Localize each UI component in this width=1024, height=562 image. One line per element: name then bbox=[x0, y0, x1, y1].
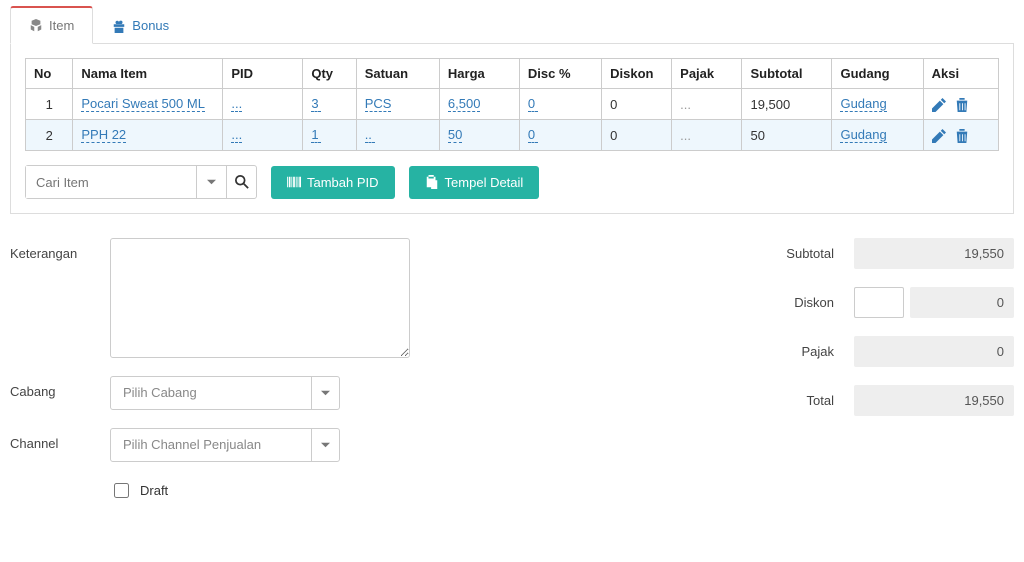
tempel-detail-button[interactable]: Tempel Detail bbox=[409, 166, 540, 199]
search-item-input[interactable] bbox=[26, 166, 196, 198]
th-diskon: Diskon bbox=[602, 59, 672, 89]
cell-subtotal: 19,500 bbox=[742, 89, 832, 120]
pajak-value: 0 bbox=[854, 336, 1014, 367]
pajak-label: Pajak bbox=[734, 344, 848, 359]
cell-pajak[interactable]: ... bbox=[672, 89, 742, 120]
th-aksi: Aksi bbox=[923, 59, 998, 89]
cell-qty[interactable]: 1 bbox=[311, 127, 321, 143]
draft-label: Draft bbox=[140, 483, 168, 498]
toolbar: Tambah PID Tempel Detail bbox=[25, 165, 999, 199]
channel-label: Channel bbox=[10, 428, 110, 451]
th-gudang: Gudang bbox=[832, 59, 923, 89]
cell-satuan[interactable]: PCS bbox=[365, 96, 392, 112]
cell-gudang[interactable]: Gudang bbox=[840, 96, 886, 112]
tambah-pid-button[interactable]: Tambah PID bbox=[271, 166, 395, 199]
cell-discp[interactable]: 0 bbox=[528, 127, 538, 143]
tab-bonus-label: Bonus bbox=[132, 18, 169, 33]
th-satuan: Satuan bbox=[356, 59, 439, 89]
draft-checkbox[interactable] bbox=[114, 483, 129, 498]
cubes-icon bbox=[29, 19, 43, 33]
gift-icon bbox=[112, 19, 126, 33]
tab-content: No Nama Item PID Qty Satuan Harga Disc %… bbox=[10, 44, 1014, 214]
edit-icon[interactable] bbox=[932, 129, 946, 143]
cell-qty[interactable]: 3 bbox=[311, 96, 321, 112]
cell-diskon: 0 bbox=[602, 120, 672, 151]
keterangan-label: Keterangan bbox=[10, 238, 110, 261]
cell-subtotal: 50 bbox=[742, 120, 832, 151]
cell-discp[interactable]: 0 bbox=[528, 96, 538, 112]
items-table: No Nama Item PID Qty Satuan Harga Disc %… bbox=[25, 58, 999, 151]
chevron-down-icon bbox=[311, 429, 339, 461]
cell-nama[interactable]: PPH 22 bbox=[81, 127, 126, 143]
cell-pajak[interactable]: ... bbox=[672, 120, 742, 151]
search-icon[interactable] bbox=[226, 166, 256, 198]
channel-select[interactable]: Pilih Channel Penjualan bbox=[110, 428, 340, 462]
cell-pid[interactable]: ... bbox=[231, 96, 242, 112]
cell-pid[interactable]: ... bbox=[231, 127, 242, 143]
cell-harga[interactable]: 6,500 bbox=[448, 96, 481, 112]
subtotal-value: 19,550 bbox=[854, 238, 1014, 269]
cell-diskon: 0 bbox=[602, 89, 672, 120]
table-row: 2 PPH 22 ... 1 .. 50 0 0 ... 50 Gudang bbox=[26, 120, 999, 151]
search-item-combo[interactable] bbox=[25, 165, 257, 199]
cabang-placeholder: Pilih Cabang bbox=[111, 377, 311, 409]
th-pid: PID bbox=[223, 59, 303, 89]
diskon-label: Diskon bbox=[734, 295, 848, 310]
th-discp: Disc % bbox=[519, 59, 601, 89]
cell-harga[interactable]: 50 bbox=[448, 127, 462, 143]
cabang-select[interactable]: Pilih Cabang bbox=[110, 376, 340, 410]
delete-icon[interactable] bbox=[955, 98, 969, 112]
edit-icon[interactable] bbox=[932, 98, 946, 112]
chevron-down-icon[interactable] bbox=[196, 166, 226, 198]
total-label: Total bbox=[734, 393, 848, 408]
paste-icon bbox=[425, 175, 439, 189]
chevron-down-icon bbox=[311, 377, 339, 409]
th-harga: Harga bbox=[439, 59, 519, 89]
th-pajak: Pajak bbox=[672, 59, 742, 89]
th-no: No bbox=[26, 59, 73, 89]
tab-item[interactable]: Item bbox=[10, 6, 93, 44]
cell-nama[interactable]: Pocari Sweat 500 ML bbox=[81, 96, 205, 112]
keterangan-textarea[interactable] bbox=[110, 238, 410, 358]
delete-icon[interactable] bbox=[955, 129, 969, 143]
channel-placeholder: Pilih Channel Penjualan bbox=[111, 429, 311, 461]
table-row: 1 Pocari Sweat 500 ML ... 3 PCS 6,500 0 … bbox=[26, 89, 999, 120]
th-nama: Nama Item bbox=[73, 59, 223, 89]
cell-gudang[interactable]: Gudang bbox=[840, 127, 886, 143]
tabs: Item Bonus bbox=[10, 6, 1014, 44]
subtotal-label: Subtotal bbox=[734, 246, 848, 261]
th-qty: Qty bbox=[303, 59, 356, 89]
cell-no: 2 bbox=[26, 120, 73, 151]
tab-item-label: Item bbox=[49, 18, 74, 33]
barcode-icon bbox=[287, 175, 301, 189]
total-value: 19,550 bbox=[854, 385, 1014, 416]
diskon-value: 0 bbox=[910, 287, 1014, 318]
cabang-label: Cabang bbox=[10, 376, 110, 399]
th-subtotal: Subtotal bbox=[742, 59, 832, 89]
cell-satuan[interactable]: .. bbox=[365, 127, 375, 143]
totals-panel: Subtotal 19,550 Diskon 0 Pajak 0 Total 1… bbox=[734, 238, 1014, 434]
diskon-input[interactable] bbox=[854, 287, 904, 318]
tab-bonus[interactable]: Bonus bbox=[93, 6, 188, 44]
cell-no: 1 bbox=[26, 89, 73, 120]
